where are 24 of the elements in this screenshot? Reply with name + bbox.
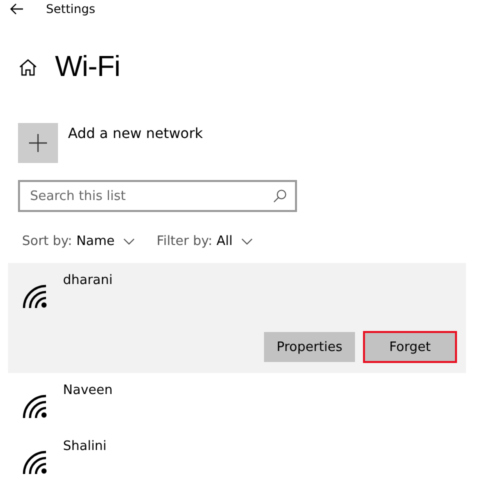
forget-button[interactable]: Forget xyxy=(363,331,457,363)
network-item[interactable]: Shalini xyxy=(8,429,466,485)
filter-dropdown[interactable]: Filter by: All xyxy=(156,234,253,249)
chevron-down-icon xyxy=(122,238,135,245)
network-name: Shalini xyxy=(63,439,107,456)
network-name: dharani xyxy=(63,273,113,290)
network-item[interactable]: Naveen xyxy=(8,373,466,429)
search-field[interactable]: Search this list xyxy=(18,180,297,212)
home-icon[interactable] xyxy=(19,58,37,76)
search-icon xyxy=(273,189,287,203)
plus-icon xyxy=(29,134,47,152)
wifi-icon xyxy=(21,393,49,419)
add-network-button[interactable] xyxy=(18,123,58,163)
wifi-icon xyxy=(21,449,49,475)
page-title: Wi-Fi xyxy=(55,50,120,84)
add-network-label: Add a new network xyxy=(68,126,203,142)
properties-button[interactable]: Properties xyxy=(264,332,355,362)
sort-dropdown[interactable]: Sort by: Name xyxy=(22,234,135,249)
network-item[interactable]: dharani Properties Forget xyxy=(8,263,466,373)
wifi-icon xyxy=(21,283,49,309)
window-title: Settings xyxy=(46,2,96,16)
back-arrow-icon[interactable] xyxy=(10,3,24,15)
chevron-down-icon xyxy=(240,238,253,245)
network-name: Naveen xyxy=(63,383,113,400)
